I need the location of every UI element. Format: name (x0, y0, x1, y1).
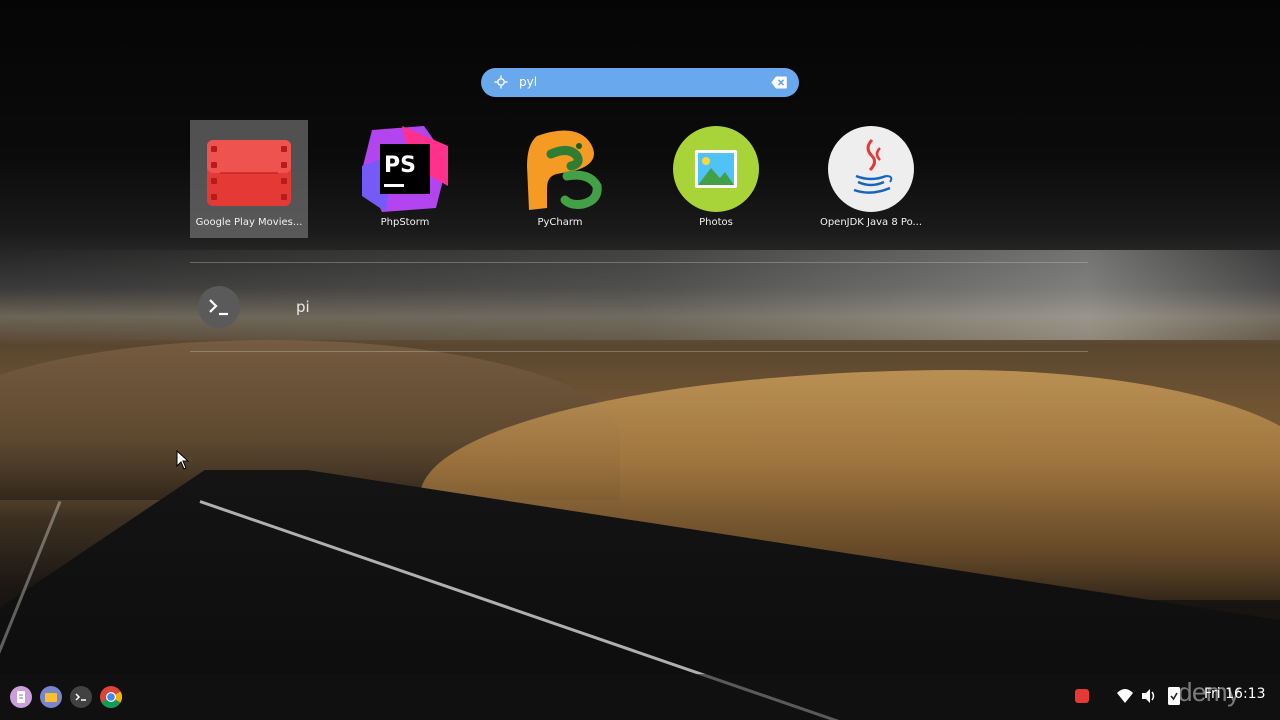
app-label: Photos (699, 217, 733, 228)
app-tile-openjdk-java[interactable]: OpenJDK Java 8 Po... (812, 120, 930, 238)
clock[interactable]: Fri 16:13 (1204, 686, 1265, 702)
mouse-cursor-icon (176, 450, 190, 470)
record-icon[interactable] (1072, 681, 1094, 711)
launcher-search-box[interactable] (481, 68, 799, 97)
svg-text:PS: PS (384, 153, 416, 178)
app-launcher-icon[interactable] (10, 686, 32, 708)
app-tile-pycharm[interactable]: PyCharm (501, 120, 619, 238)
google-assistant-icon[interactable] (494, 75, 508, 89)
volume-icon[interactable] (1140, 681, 1158, 711)
play-movies-icon (206, 126, 292, 212)
terminal-icon (198, 286, 240, 328)
divider (190, 351, 1088, 352)
java-icon (828, 126, 914, 212)
pycharm-icon (517, 126, 603, 212)
app-label: OpenJDK Java 8 Po... (819, 217, 923, 228)
desktop: Google Play Movies... PS PhpStorm PyChar… (0, 0, 1280, 720)
clear-search-icon[interactable] (771, 76, 787, 89)
search-result-row[interactable]: pi (190, 278, 1088, 336)
chrome-icon[interactable] (100, 686, 122, 708)
files-icon[interactable] (40, 686, 62, 708)
search-input[interactable] (519, 73, 759, 91)
divider (190, 262, 1088, 263)
photos-icon (673, 126, 759, 212)
app-tile-google-play-movies[interactable]: Google Play Movies... (190, 120, 308, 238)
search-result-text: pi (296, 298, 310, 316)
app-label: Google Play Movies... (195, 217, 303, 228)
app-label: PyCharm (537, 217, 583, 228)
terminal-icon[interactable] (70, 686, 92, 708)
app-tile-photos[interactable]: Photos (657, 120, 775, 238)
app-tile-phpstorm[interactable]: PS PhpStorm (346, 120, 464, 238)
phpstorm-icon: PS (362, 126, 448, 212)
app-label: PhpStorm (380, 217, 430, 228)
wifi-icon[interactable] (1116, 681, 1134, 711)
